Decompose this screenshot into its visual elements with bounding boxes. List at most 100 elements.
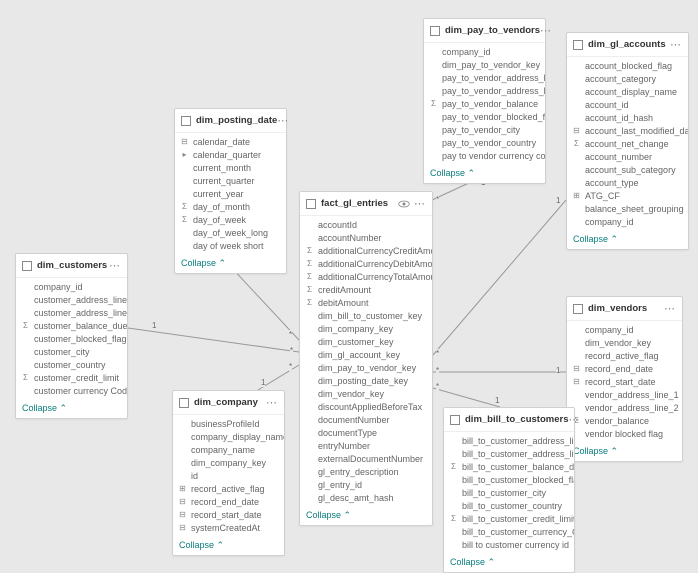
field-row[interactable]: pay_to_vendor_address_line_2 (424, 84, 545, 97)
field-row[interactable]: ΣadditionalCurrencyTotalAmount (300, 270, 432, 283)
more-menu[interactable]: ⋯ (414, 197, 426, 210)
field-row[interactable]: bill_to_customer_address_line_2 (444, 447, 574, 460)
collapse-toggle[interactable]: Collapse (444, 553, 574, 572)
field-row[interactable]: company_id (424, 45, 545, 58)
field-row[interactable]: bill_to_customer_currency_Code (444, 525, 574, 538)
field-row[interactable]: entryNumber (300, 439, 432, 452)
field-row[interactable]: day of week short (175, 239, 286, 252)
field-row[interactable]: account_id_hash (567, 111, 688, 124)
table-dim_company[interactable]: dim_company⋯businessProfileIdcompany_dis… (172, 390, 285, 556)
field-row[interactable]: id (173, 469, 284, 482)
field-row[interactable]: ⊟systemCreatedAt (173, 521, 284, 534)
field-row[interactable]: account_blocked_flag (567, 59, 688, 72)
field-row[interactable]: Σbill_to_customer_credit_limit (444, 512, 574, 525)
field-row[interactable]: dim_company_key (173, 456, 284, 469)
table-header[interactable]: dim_pay_to_vendors⋯ (424, 19, 545, 43)
field-row[interactable]: account_category (567, 72, 688, 85)
field-row[interactable]: company_id (567, 215, 688, 228)
table-dim_gl_accounts[interactable]: dim_gl_accounts⋯account_blocked_flagacco… (566, 32, 689, 250)
field-row[interactable]: customer_country (16, 358, 127, 371)
field-row[interactable]: pay_to_vendor_blocked_flag (424, 110, 545, 123)
more-menu[interactable]: ⋯ (664, 302, 676, 315)
field-row[interactable]: record_active_flag (567, 349, 682, 362)
field-row[interactable]: dim_customer_key (300, 335, 432, 348)
more-menu[interactable]: ⋯ (540, 24, 552, 37)
table-dim_bill_to_customers[interactable]: dim_bill_to_customers⋯ bill_to_customer_a… (443, 407, 575, 573)
field-row[interactable]: vendor blocked flag (567, 427, 682, 440)
field-row[interactable]: account_sub_category (567, 163, 688, 176)
collapse-toggle[interactable]: Collapse (16, 399, 127, 418)
table-dim_vendors[interactable]: dim_vendors⋯ company_iddim_vendor_keyreco… (566, 296, 683, 462)
field-row[interactable]: gl_entry_id (300, 478, 432, 491)
field-row[interactable]: gl_entry_description (300, 465, 432, 478)
collapse-toggle[interactable]: Collapse (567, 442, 682, 461)
field-row[interactable]: ⊟record_start_date (173, 508, 284, 521)
more-menu[interactable]: ⋯ (266, 396, 278, 409)
collapse-toggle[interactable]: Collapse (175, 254, 286, 273)
field-row[interactable]: Σpay_to_vendor_balance (424, 97, 545, 110)
more-menu[interactable]: ⋯ (277, 114, 289, 127)
field-row[interactable]: ▸calendar_quarter (175, 148, 286, 161)
more-menu[interactable]: ⋯ (109, 259, 121, 272)
field-row[interactable]: discountAppliedBeforeTax (300, 400, 432, 413)
field-row[interactable]: current_month (175, 161, 286, 174)
field-row[interactable]: pay_to_vendor_country (424, 136, 545, 149)
collapse-toggle[interactable]: Collapse (173, 536, 284, 555)
field-row[interactable]: customer_city (16, 345, 127, 358)
field-row[interactable]: documentNumber (300, 413, 432, 426)
field-row[interactable]: Σvendor_balance (567, 414, 682, 427)
field-row[interactable]: bill_to_customer_country (444, 499, 574, 512)
table-dim_customers[interactable]: dim_customers⋯company_idcustomer_address… (15, 253, 128, 419)
field-row[interactable]: vendor_address_line_2 (567, 401, 682, 414)
table-header[interactable]: dim_posting_date⋯ (175, 109, 286, 133)
field-row[interactable]: dim_vendor_key (300, 387, 432, 400)
field-row[interactable]: company_id (16, 280, 127, 293)
field-row[interactable]: customer_blocked_flag (16, 332, 127, 345)
field-row[interactable]: accountId (300, 218, 432, 231)
field-row[interactable]: dim_vendor_key (567, 336, 682, 349)
table-header[interactable]: fact_gl_entries⋯ (300, 192, 432, 216)
field-row[interactable]: pay_to_vendor_address_line_1 (424, 71, 545, 84)
field-row[interactable]: day_of_week_long (175, 226, 286, 239)
field-row[interactable]: ⊟calendar_date (175, 135, 286, 148)
field-row[interactable]: account_type (567, 176, 688, 189)
field-row[interactable]: bill to customer currency id (444, 538, 574, 551)
table-header[interactable]: dim_vendors⋯ (567, 297, 682, 321)
field-row[interactable]: current_year (175, 187, 286, 200)
field-row[interactable]: Σday_of_week (175, 213, 286, 226)
field-row[interactable]: pay_to_vendor_city (424, 123, 545, 136)
field-row[interactable]: ΣdebitAmount (300, 296, 432, 309)
field-row[interactable]: bill_to_customer_address_line_1 (444, 434, 574, 447)
field-row[interactable]: ⊞record_active_flag (173, 482, 284, 495)
table-header[interactable]: dim_company⋯ (173, 391, 284, 415)
field-row[interactable]: pay to vendor currency code (424, 149, 545, 162)
field-row[interactable]: customer currency Code (16, 384, 127, 397)
field-row[interactable]: bill_to_customer_city (444, 486, 574, 499)
field-row[interactable]: ⊟record_end_date (173, 495, 284, 508)
field-row[interactable]: balance_sheet_grouping (567, 202, 688, 215)
field-row[interactable]: current_quarter (175, 174, 286, 187)
table-dim_posting_date[interactable]: dim_posting_date⋯ ⊟calendar_date▸calendar… (174, 108, 287, 274)
field-row[interactable]: Σcustomer_credit_limit (16, 371, 127, 384)
field-row[interactable]: dim_gl_account_key (300, 348, 432, 361)
field-row[interactable]: customer_address_line_1 (16, 293, 127, 306)
table-header[interactable]: dim_bill_to_customers⋯ (444, 408, 574, 432)
field-row[interactable]: Σbill_to_customer_balance_due (444, 460, 574, 473)
field-row[interactable]: ΣadditionalCurrencyDebitAmount (300, 257, 432, 270)
more-menu[interactable]: ⋯ (670, 38, 682, 51)
field-row[interactable]: ⊞ATG_CF (567, 189, 688, 202)
collapse-toggle[interactable]: Collapse (300, 506, 432, 525)
field-row[interactable]: ⊟account_last_modified_datetime (567, 124, 688, 137)
field-row[interactable]: customer_address_line_2 (16, 306, 127, 319)
more-menu[interactable]: ⋯ (568, 413, 580, 426)
field-row[interactable]: dim_posting_date_key (300, 374, 432, 387)
table-header[interactable]: dim_gl_accounts⋯ (567, 33, 688, 57)
field-row[interactable]: Σcustomer_balance_due (16, 319, 127, 332)
field-row[interactable]: ⊟record_end_date (567, 362, 682, 375)
field-row[interactable]: dim_pay_to_vendor_key (300, 361, 432, 374)
field-row[interactable]: dim_pay_to_vendor_key (424, 58, 545, 71)
field-row[interactable]: company_id (567, 323, 682, 336)
field-row[interactable]: ΣadditionalCurrencyCreditAmount (300, 244, 432, 257)
field-row[interactable]: externalDocumentNumber (300, 452, 432, 465)
field-row[interactable]: account_id (567, 98, 688, 111)
